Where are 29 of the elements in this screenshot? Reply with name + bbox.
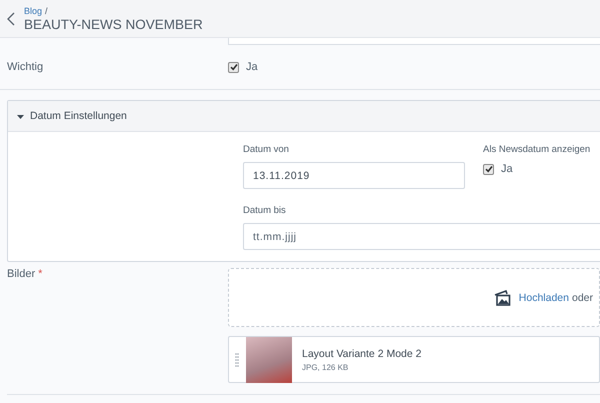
photo-placeholder [246,336,292,382]
checkbox[interactable] [228,62,239,72]
panel-header[interactable]: Datum Einstellungen [8,101,600,132]
checkbox-label: Ja [246,61,258,73]
field-label: Bilder [7,268,36,280]
file-name: Layout Variante 2 Mode 2 [302,348,422,360]
file-meta: JPG, 126 KB [302,362,350,372]
upload-dropzone[interactable]: Hochladen oder [228,268,600,327]
caret-icon [17,112,24,120]
drag-handle-icon[interactable] [235,352,239,366]
upload-link[interactable]: Hochladen [518,292,569,304]
date-from-field[interactable]: 13.11.2019 [243,162,465,189]
back-icon[interactable] [7,12,15,26]
breadcrumb-link[interactable]: Blog [24,6,42,16]
image-upload-icon [492,290,511,306]
field-label: Wichtig [7,61,44,73]
field-label: Als Newsdatum anzeigen [483,144,590,155]
field-label: Datum von [243,144,290,155]
date-to-field[interactable]: tt.mm.jjjj [243,223,600,250]
input-field[interactable] [228,38,600,45]
upload-text: oder [572,292,593,304]
field-label: Datum bis [243,205,287,216]
file-item[interactable]: Layout Variante 2 Mode 2 JPG, 126 KB [228,336,600,383]
checkbox-label: Ja [501,163,513,175]
page-title: BEAUTY-NEWS NOVEMBER [24,16,203,32]
required-marker: * [38,268,42,280]
panel-title: Datum Einstellungen [30,110,127,122]
checkbox[interactable] [483,164,494,174]
breadcrumb-separator: / [45,6,48,16]
